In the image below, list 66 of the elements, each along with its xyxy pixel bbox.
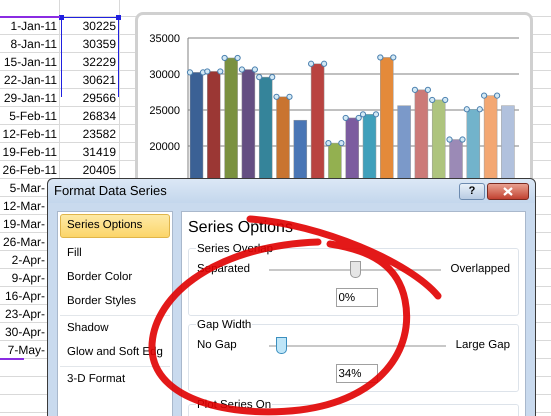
section-heading: Series Options [188, 218, 294, 238]
value-cell-text: 31419 [82, 144, 116, 160]
selection-handles[interactable] [429, 96, 448, 104]
selection-handles[interactable] [273, 94, 293, 100]
value-cell-text: 30621 [82, 72, 116, 88]
close-icon [503, 186, 513, 196]
date-cell-text: 2-Apr- [12, 252, 45, 268]
axis-label: 35000 [149, 33, 180, 45]
category-item[interactable]: Fill [60, 242, 170, 266]
date-cell-text: 12-Feb-11 [2, 126, 57, 142]
date-cell-text: 19-Mar- [2, 216, 45, 232]
date-cell-text: 9-Apr- [12, 270, 45, 286]
selection-handles[interactable] [308, 60, 328, 67]
value-cell-text: 30225 [82, 18, 116, 34]
date-cell-text: 16-Apr- [4, 288, 45, 304]
value-cell-text: 29566 [82, 90, 116, 106]
value-field[interactable]: 0% [336, 288, 378, 308]
value-cell-text: 30359 [82, 36, 116, 52]
date-cell-text: 15-Jan-11 [4, 54, 57, 70]
window-title: Format Data Series [54, 182, 167, 200]
axis-label: 30000 [149, 69, 180, 81]
date-cell-text: 22-Jan-11 [4, 72, 57, 88]
selection-handles[interactable] [204, 68, 224, 75]
selection-handles[interactable] [342, 114, 362, 122]
selection-handles[interactable] [446, 136, 466, 143]
date-cell-text: 26-Mar- [2, 234, 45, 250]
slider-label: Overlapped [450, 262, 510, 277]
selection-handles[interactable] [412, 86, 431, 93]
date-cell-text: 29-Jan-11 [4, 90, 57, 106]
value-cell-text: 20405 [82, 162, 116, 178]
date-cell-text: 8-Jan-11 [10, 36, 57, 52]
category-item[interactable]: Shadow [60, 317, 170, 341]
close-button[interactable] [487, 182, 529, 200]
date-cell-text: 5-Mar- [10, 180, 45, 196]
selection-handles[interactable] [325, 140, 344, 146]
slider-label: No Gap [197, 338, 238, 353]
selection-handles[interactable] [360, 111, 380, 118]
category-item[interactable]: Border Styles [60, 290, 170, 314]
category-item[interactable]: Border Color [60, 266, 170, 290]
category-item[interactable]: Series Options [60, 214, 170, 238]
selection-handles[interactable] [186, 69, 206, 76]
date-cell-text: 23-Apr- [4, 306, 45, 322]
selection-handles[interactable] [464, 106, 483, 112]
slider-label: Large Gap [456, 338, 510, 353]
selection-handles[interactable] [256, 74, 276, 80]
value-cell-text: 23582 [82, 126, 116, 142]
date-cell-text: 30-Apr- [4, 324, 45, 340]
axis-label: 20000 [149, 141, 180, 153]
value-cell-text: 26834 [82, 108, 116, 124]
selection-handles[interactable] [481, 92, 500, 99]
slider-thumb[interactable] [350, 260, 361, 278]
date-cell-text: 12-Mar- [2, 198, 45, 214]
value-cell-text: 32229 [82, 54, 116, 70]
help-button[interactable]: ? [459, 182, 485, 200]
date-cell-text: 7-May- [8, 342, 45, 358]
axis-label: 25000 [149, 105, 180, 117]
date-cell-text: 1-Jan-11 [10, 18, 57, 34]
value-field[interactable]: 34% [336, 364, 378, 384]
date-cell-text: 5-Feb-11 [9, 108, 57, 124]
date-cell-text: 19-Feb-11 [2, 144, 57, 160]
selection-handles[interactable] [238, 66, 258, 73]
selection-handles[interactable] [377, 54, 396, 61]
date-cell-text: 26-Feb-11 [2, 162, 57, 178]
slider-thumb[interactable] [276, 336, 287, 354]
category-item[interactable]: 3-D Format [60, 368, 170, 392]
selection-handles[interactable] [222, 54, 241, 62]
